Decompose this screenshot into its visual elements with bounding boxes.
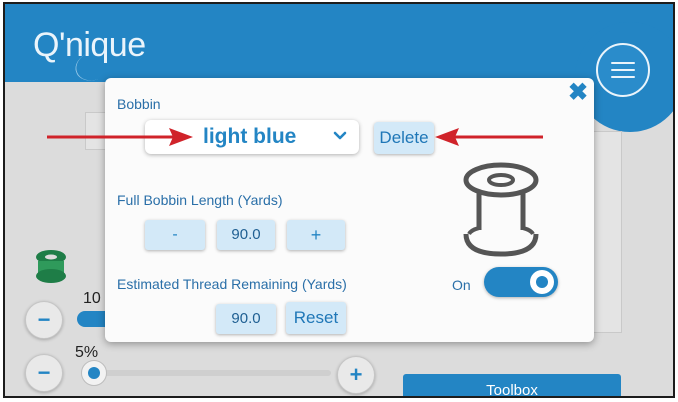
annotation-arrow-right xyxy=(435,128,543,146)
remaining-label: Estimated Thread Remaining (Yards) xyxy=(117,276,347,292)
toolbox-button[interactable]: Toolbox xyxy=(403,374,621,396)
minus-button-top[interactable]: − xyxy=(25,301,63,339)
delete-button[interactable]: Delete xyxy=(374,122,434,154)
decrement-button[interactable]: - xyxy=(145,220,205,250)
bobbin-toggle[interactable] xyxy=(484,267,558,297)
close-icon[interactable]: ✖ xyxy=(567,81,589,105)
slider-track[interactable] xyxy=(95,370,331,376)
minus-button-bottom[interactable]: − xyxy=(25,354,63,392)
annotation-arrow-left xyxy=(47,128,193,146)
remaining-value[interactable]: 90.0 xyxy=(216,304,276,334)
full-length-label: Full Bobbin Length (Yards) xyxy=(117,192,283,208)
menu-icon xyxy=(611,76,635,78)
slider-knob[interactable] xyxy=(81,360,107,386)
menu-icon xyxy=(611,62,635,64)
menu-button[interactable] xyxy=(596,43,650,97)
menu-icon xyxy=(611,69,635,71)
plus-button-bottom[interactable]: + xyxy=(337,356,375,394)
chevron-down-icon xyxy=(333,129,347,148)
increment-button[interactable]: + xyxy=(287,220,345,250)
bobbin-icon xyxy=(32,249,70,290)
bobbin-select-value: light blue xyxy=(203,125,297,148)
full-length-value[interactable]: 90.0 xyxy=(217,220,275,250)
top-bar: Q'nique xyxy=(5,4,673,86)
bobbin-dialog: ✖ Bobbin light blue Delete Full Bobbin L… xyxy=(105,78,594,342)
toggle-knob[interactable] xyxy=(530,270,554,294)
toggle-label: On xyxy=(452,277,471,293)
reset-button[interactable]: Reset xyxy=(286,302,346,334)
bobbin-label: Bobbin xyxy=(117,96,161,112)
app-screen: Q'nique 10 . − 5% − + Toolbox ✖ Bobbin l… xyxy=(3,2,675,398)
spool-icon xyxy=(461,162,541,265)
